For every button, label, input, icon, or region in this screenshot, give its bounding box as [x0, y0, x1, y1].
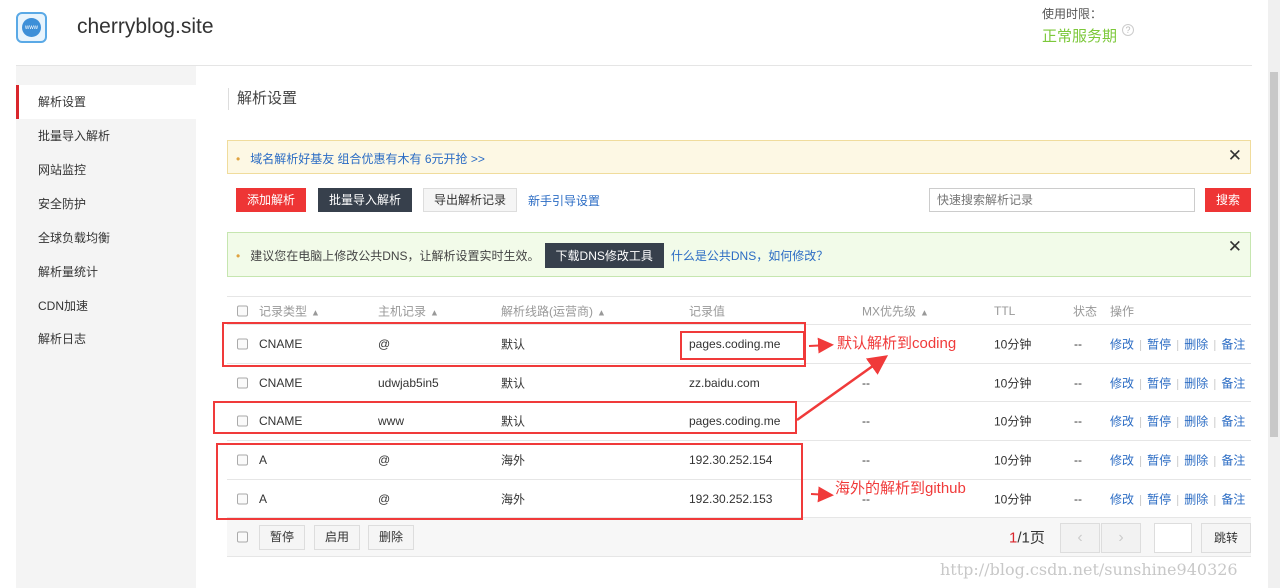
- annotation-coding: 默认解析到coding: [837, 335, 957, 352]
- annotation-arrows: [796, 337, 889, 503]
- scrollbar-thumb[interactable]: [1270, 72, 1278, 437]
- watermark: http://blog.csdn.net/sunshine940326: [940, 560, 1238, 579]
- arrow-icon: [808, 337, 834, 354]
- arrow-icon: [810, 486, 834, 503]
- annotation-github: 海外的解析到github: [835, 480, 966, 497]
- arrow-icon: [796, 355, 889, 422]
